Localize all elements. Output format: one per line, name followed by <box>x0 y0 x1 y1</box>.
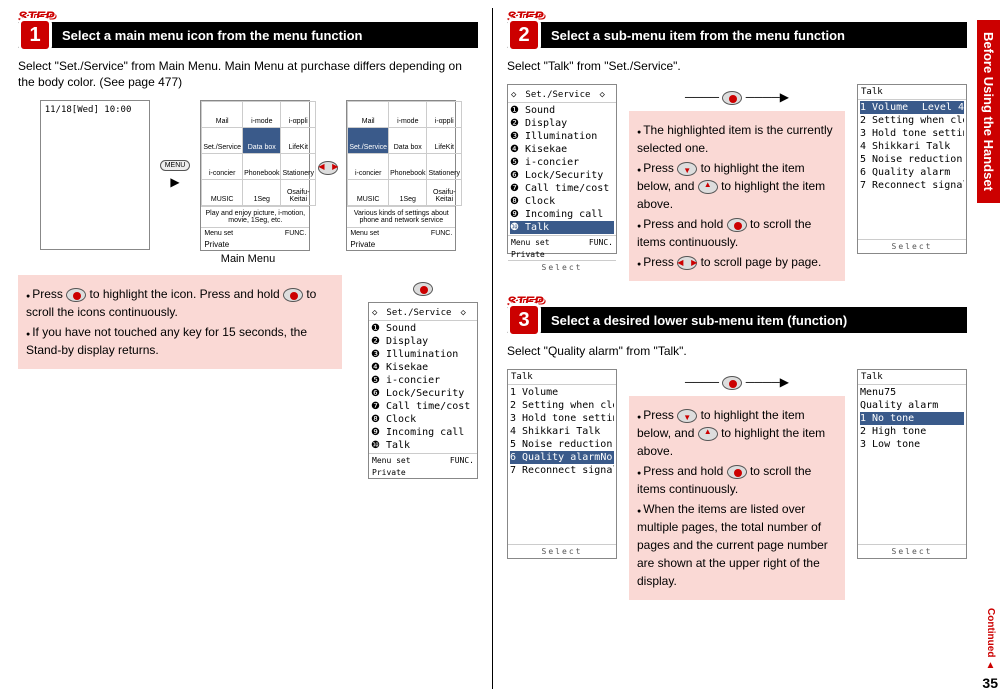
dpad-up-icon <box>698 180 718 194</box>
dpad-center-icon <box>722 91 742 105</box>
dpad-down-icon <box>677 409 697 423</box>
dpad-center-icon <box>413 282 433 296</box>
step1-notes: Press to highlight the icon. Press and h… <box>18 275 342 369</box>
dpad-lr-icon <box>677 256 697 270</box>
step1-body: Select "Set./Service" from Main Menu. Ma… <box>18 58 478 90</box>
dpad-down-icon <box>677 162 697 176</box>
step3-title: Select a desired lower sub-menu item (fu… <box>551 313 847 328</box>
note-text: Press to highlight the icon. Press and h… <box>26 287 316 319</box>
standby-screen: 11/18[Wed] 10:00 <box>40 100 150 250</box>
step-number-2: 2 <box>507 18 541 52</box>
step-number-3: 3 <box>507 303 541 337</box>
talk-screen-hl: Talk 1 Volume 2 Setting when closed 3 Ho… <box>507 369 617 559</box>
dpad-up-icon <box>698 427 718 441</box>
page-number: 35 <box>982 675 998 691</box>
menu-key-icon: MENU <box>160 160 191 171</box>
step-number-1: 1 <box>18 18 52 52</box>
side-tab: Before Using the Handset <box>977 20 1000 203</box>
dpad-center-icon <box>66 288 86 302</box>
main-menu-grid-2: Maili-modei-αppli Set./ServiceData boxLi… <box>346 100 456 251</box>
dpad-center-icon <box>722 376 742 390</box>
step3-notes: Press to highlight the item below, and t… <box>629 396 845 600</box>
main-menu-grid-1: Maili-modei-αppli Set./ServiceData boxLi… <box>200 100 310 251</box>
step2-header: 2 Select a sub-menu item from the menu f… <box>507 22 967 48</box>
arrow-right-icon: ▶ <box>170 175 179 189</box>
step2-body: Select "Talk" from "Set./Service". <box>507 58 967 74</box>
quality-alarm-screen: Talk Menu75 Quality alarm 1 No tone 2 Hi… <box>857 369 967 559</box>
dpad-center-icon <box>727 218 747 232</box>
continued-label: Continued ▲ <box>985 608 996 671</box>
talk-screen: Talk 1 VolumeLevel 4 2 Setting when clos… <box>857 84 967 254</box>
dpad-center-icon <box>283 288 303 302</box>
step1-header: 1 Select a main menu icon from the menu … <box>18 22 478 48</box>
set-service-screen: ◇ Set./Service ◇ ❶ Sound ❷ Display ❸ Ill… <box>368 302 478 479</box>
column-divider <box>492 8 493 689</box>
step1-title: Select a main menu icon from the menu fu… <box>62 28 363 43</box>
main-menu-caption: Main Menu <box>18 253 478 265</box>
dpad-center-icon <box>727 465 747 479</box>
step3-header: 3 Select a desired lower sub-menu item (… <box>507 307 967 333</box>
step2-title: Select a sub-menu item from the menu fun… <box>551 28 845 43</box>
dpad-lr-icon <box>318 161 338 175</box>
step3-body: Select "Quality alarm" from "Talk". <box>507 343 967 359</box>
set-service-screen-hl: ◇ Set./Service ◇ ❶ Sound ❷ Display ❸ Ill… <box>507 84 617 254</box>
step2-notes: The highlighted item is the currently se… <box>629 111 845 281</box>
